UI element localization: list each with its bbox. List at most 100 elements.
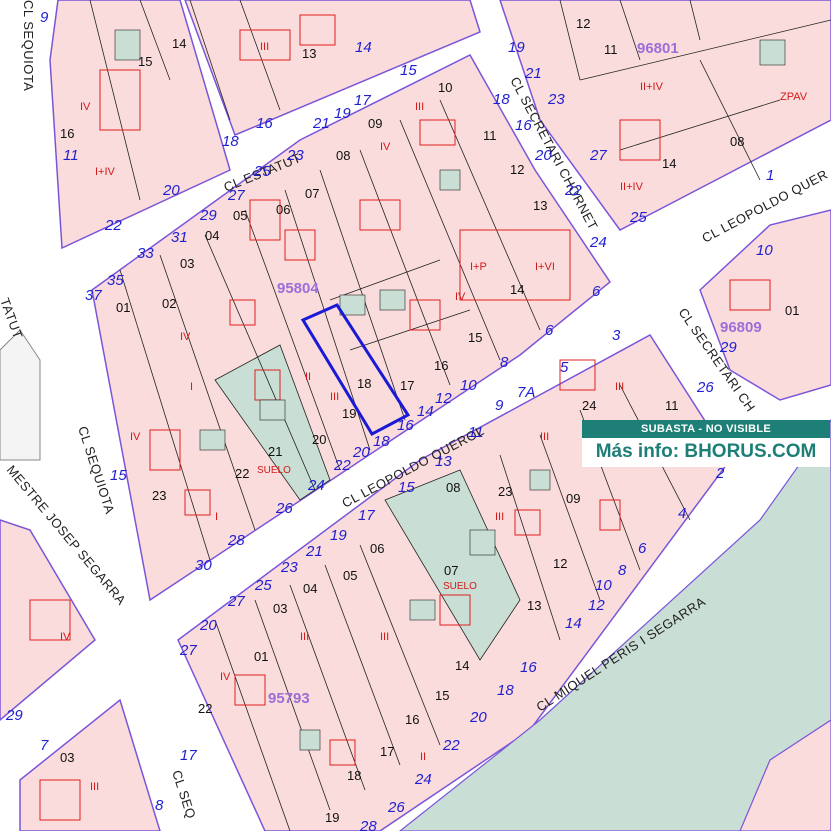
street-number: 21 (524, 65, 542, 82)
street-number: 21 (312, 115, 330, 132)
auction-banner[interactable]: SUBASTA - NO VISIBLE Más info: BHORUS.CO… (582, 420, 830, 467)
street-number: 18 (373, 433, 390, 450)
auction-status-label: SUBASTA - NO VISIBLE (582, 420, 830, 438)
parcel-label: 04 (205, 228, 219, 243)
street-number: 6 (545, 322, 554, 339)
parcel-label: 19 (325, 810, 339, 825)
parcel-label: 11 (483, 128, 497, 143)
street-number: 10 (460, 377, 477, 394)
street-number: 9 (495, 397, 504, 414)
parcel-label: 18 (347, 768, 361, 783)
street-number: 29 (5, 707, 23, 724)
parcel-label: 23 (498, 484, 512, 499)
parcel-label: 16 (60, 126, 74, 141)
svg-text:III: III (300, 631, 309, 643)
parcel-label: 07 (444, 563, 458, 578)
street-number: 14 (417, 403, 434, 420)
parcel-label: 03 (273, 601, 287, 616)
street-number: 29 (719, 339, 737, 356)
parcel-label: 01 (116, 300, 130, 315)
street-number: 25 (254, 577, 272, 594)
parcel-label: 17 (400, 378, 414, 393)
street-number: 2 (715, 465, 725, 482)
street-label-sequiota-top: CL SEQUIOTA (21, 0, 36, 91)
street-number: 12 (435, 390, 452, 407)
street-number: 25 (629, 209, 647, 226)
parcel-label: 11 (665, 398, 679, 413)
street-number: 35 (107, 272, 124, 289)
map-canvas[interactable]: 14 15 16 13 10 09 11 08 12 07 13 05 06 0… (0, 0, 831, 831)
street-number: 15 (110, 467, 127, 484)
street-number: 15 (398, 479, 415, 496)
street-number: 16 (397, 417, 414, 434)
parcel-label: 07 (305, 186, 319, 201)
svg-text:II: II (305, 371, 311, 383)
street-number: 4 (678, 505, 686, 522)
street-number: 16 (256, 115, 273, 132)
svg-text:IV: IV (455, 291, 466, 303)
street-number: 6 (638, 540, 647, 557)
parcel-label: 14 (510, 282, 524, 297)
parcel-label: 22 (235, 466, 249, 481)
parcel-label: 05 (343, 568, 357, 583)
street-number: 29 (199, 207, 217, 224)
svg-text:III: III (415, 101, 424, 113)
svg-text:III: III (260, 41, 269, 53)
parcel-label: 15 (468, 330, 482, 345)
svg-text:I+VI: I+VI (535, 261, 555, 273)
parcel-label: 11 (604, 42, 618, 57)
svg-text:III: III (330, 391, 339, 403)
parcel-label: 09 (368, 116, 382, 131)
street-number: 7A (517, 384, 535, 401)
street-number: 23 (286, 147, 304, 164)
parcel-label: 13 (527, 598, 541, 613)
parcel-label: 12 (576, 16, 590, 31)
street-number: 22 (104, 217, 122, 234)
street-number: 16 (515, 117, 532, 134)
svg-text:II: II (420, 751, 426, 763)
svg-text:III: III (380, 631, 389, 643)
street-number: 18 (493, 91, 510, 108)
street-number: 15 (400, 62, 417, 79)
street-number: 8 (500, 354, 509, 371)
parcel-label: 02 (162, 296, 176, 311)
street-number: 19 (334, 105, 351, 122)
street-number: 20 (352, 444, 370, 461)
street-number: 5 (560, 359, 569, 376)
svg-text:I: I (215, 511, 218, 523)
svg-text:II+IV: II+IV (620, 181, 644, 193)
more-info-link[interactable]: Más info: BHORUS.COM (582, 438, 830, 467)
street-number: 22 (442, 737, 460, 754)
street-number: 27 (179, 642, 197, 659)
cadastral-map[interactable]: 14 15 16 13 10 09 11 08 12 07 13 05 06 0… (0, 0, 831, 831)
street-number: 9 (40, 9, 49, 26)
svg-text:IV: IV (180, 331, 191, 343)
block-ref: 95793 (268, 690, 310, 707)
svg-text:II+IV: II+IV (640, 81, 664, 93)
street-number: 23 (280, 559, 298, 576)
street-number: 11 (63, 147, 79, 164)
svg-text:IV: IV (380, 141, 391, 153)
parcel-label: 14 (662, 156, 676, 171)
street-number: 20 (469, 709, 487, 726)
street-number: 31 (171, 229, 188, 246)
street-number: 26 (275, 500, 293, 517)
parcel-label: 13 (533, 198, 547, 213)
parcel-label: 16 (434, 358, 448, 373)
parcel-label: 14 (455, 658, 469, 673)
svg-text:I+P: I+P (470, 261, 487, 273)
parcel-label: 22 (198, 701, 212, 716)
street-number: 20 (534, 147, 552, 164)
block-ref: 96801 (637, 40, 679, 57)
parcel-label: 01 (254, 649, 268, 664)
street-number: 24 (307, 477, 325, 494)
street-number: 14 (565, 615, 582, 632)
street-number: 27 (227, 187, 245, 204)
street-number: 18 (497, 682, 514, 699)
block-ref: 96809 (720, 319, 762, 336)
street-number: 26 (696, 379, 714, 396)
svg-text:I+IV: I+IV (95, 166, 116, 178)
parcel-label: 19 (342, 406, 356, 421)
parcel-label: 21 (268, 444, 282, 459)
parcel-label: 20 (312, 432, 326, 447)
